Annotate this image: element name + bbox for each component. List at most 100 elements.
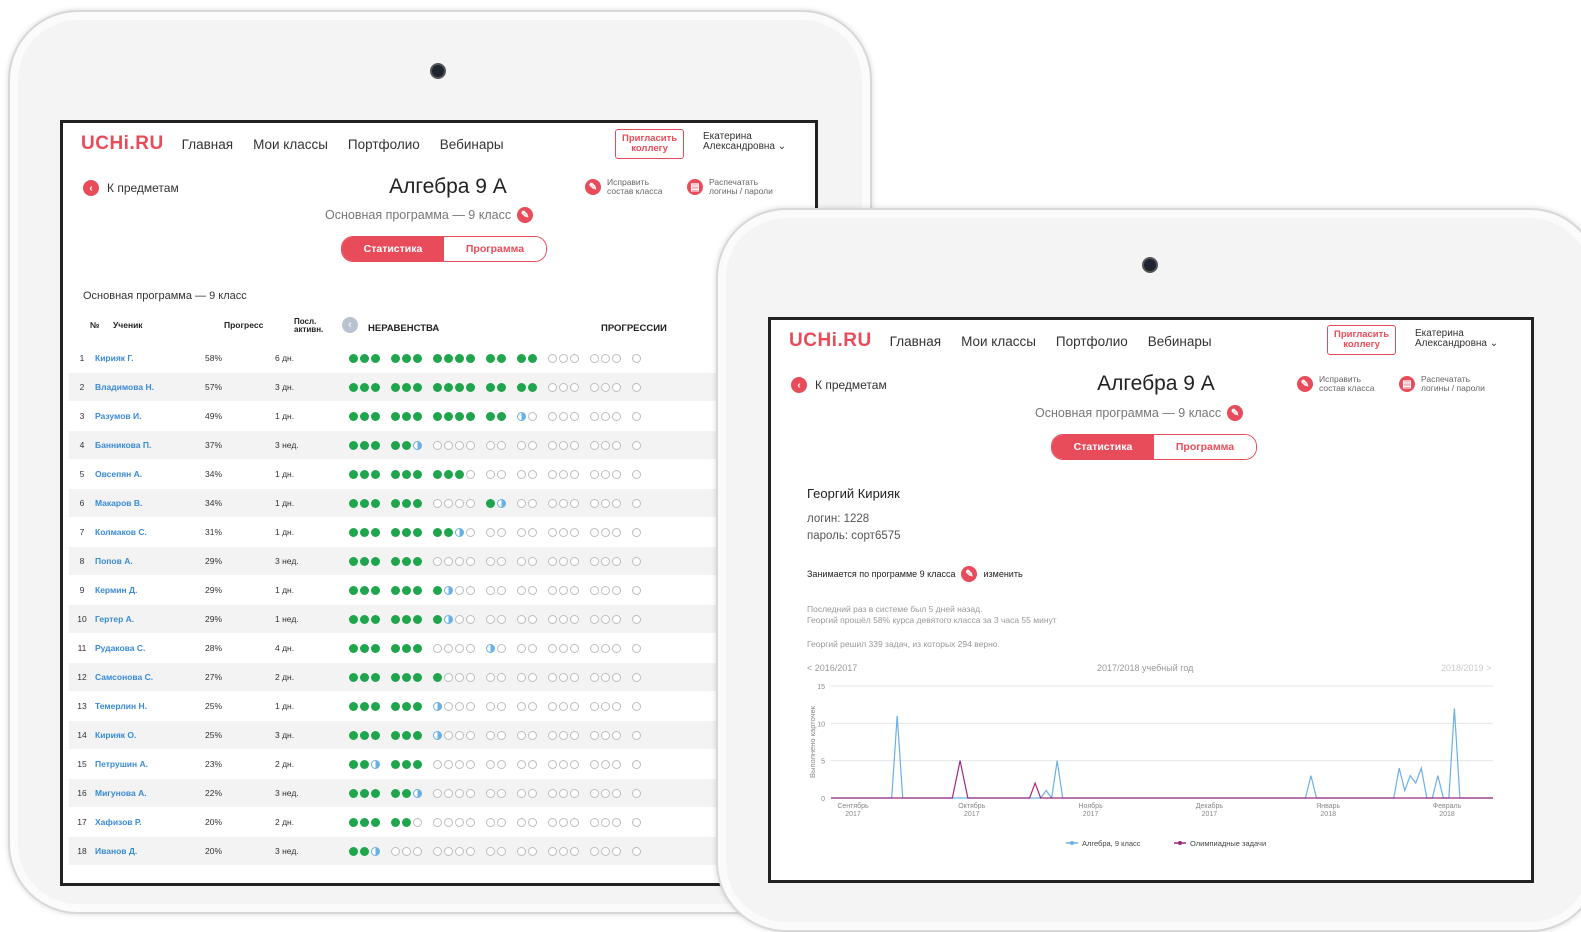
- lesson-empty-dot[interactable]: [570, 527, 579, 537]
- lesson-empty-dot[interactable]: [497, 846, 506, 856]
- lesson-empty-dot[interactable]: [517, 585, 526, 595]
- lesson-empty-dot[interactable]: [601, 556, 610, 566]
- lesson-done-dot[interactable]: [349, 353, 358, 363]
- lesson-empty-dot[interactable]: [570, 846, 579, 856]
- lesson-empty-dot[interactable]: [517, 614, 526, 624]
- lesson-empty-dot[interactable]: [486, 585, 495, 595]
- lesson-empty-dot[interactable]: [612, 643, 621, 653]
- lesson-done-dot[interactable]: [517, 353, 526, 363]
- lesson-empty-dot[interactable]: [528, 469, 537, 479]
- lesson-done-dot[interactable]: [371, 817, 380, 827]
- lesson-empty-dot[interactable]: [455, 846, 464, 856]
- lesson-done-dot[interactable]: [349, 701, 358, 711]
- lesson-done-dot[interactable]: [444, 527, 453, 537]
- lesson-partial-dot[interactable]: [433, 730, 442, 740]
- lesson-empty-dot[interactable]: [528, 643, 537, 653]
- student-name-link[interactable]: Темерлин Н.: [95, 701, 205, 711]
- change-program-link[interactable]: изменить: [983, 569, 1022, 579]
- lesson-empty-dot[interactable]: [497, 701, 506, 711]
- lesson-done-dot[interactable]: [391, 411, 400, 421]
- lesson-done-dot[interactable]: [391, 382, 400, 392]
- lesson-empty-dot[interactable]: [444, 701, 453, 711]
- lesson-done-dot[interactable]: [402, 469, 411, 479]
- lesson-done-dot[interactable]: [497, 411, 506, 421]
- lesson-done-dot[interactable]: [360, 527, 369, 537]
- lesson-empty-dot[interactable]: [433, 788, 442, 798]
- lesson-done-dot[interactable]: [371, 353, 380, 363]
- lesson-empty-dot[interactable]: [612, 788, 621, 798]
- lesson-done-dot[interactable]: [433, 527, 442, 537]
- lesson-empty-dot[interactable]: [548, 469, 557, 479]
- lesson-empty-dot[interactable]: [548, 527, 557, 537]
- lesson-empty-dot[interactable]: [528, 556, 537, 566]
- lesson-empty-dot[interactable]: [517, 469, 526, 479]
- lesson-empty-dot[interactable]: [517, 498, 526, 508]
- lesson-empty-dot[interactable]: [517, 643, 526, 653]
- lesson-empty-dot[interactable]: [601, 382, 610, 392]
- nav-webinars[interactable]: Вебинары: [1148, 334, 1212, 349]
- lesson-empty-dot[interactable]: [590, 585, 599, 595]
- fix-class-button[interactable]: ✎ Исправить состав класса: [1297, 375, 1374, 393]
- lesson-empty-dot[interactable]: [528, 846, 537, 856]
- lesson-done-dot[interactable]: [402, 759, 411, 769]
- lesson-empty-dot[interactable]: [497, 614, 506, 624]
- lesson-done-dot[interactable]: [349, 614, 358, 624]
- lesson-done-dot[interactable]: [349, 672, 358, 682]
- lesson-empty-dot[interactable]: [612, 440, 621, 450]
- lesson-empty-dot[interactable]: [497, 759, 506, 769]
- lesson-empty-dot[interactable]: [466, 469, 475, 479]
- lesson-empty-dot[interactable]: [632, 672, 641, 682]
- lesson-empty-dot[interactable]: [632, 759, 641, 769]
- lesson-empty-dot[interactable]: [590, 614, 599, 624]
- lesson-empty-dot[interactable]: [444, 788, 453, 798]
- student-name-link[interactable]: Кирияк Г.: [95, 353, 205, 363]
- lesson-empty-dot[interactable]: [486, 440, 495, 450]
- lesson-done-dot[interactable]: [371, 788, 380, 798]
- lesson-empty-dot[interactable]: [433, 759, 442, 769]
- lesson-done-dot[interactable]: [349, 469, 358, 479]
- lesson-empty-dot[interactable]: [517, 556, 526, 566]
- nav-my-classes[interactable]: Мои классы: [253, 137, 328, 152]
- tab-statistics[interactable]: Статистика: [1052, 435, 1154, 459]
- lesson-done-dot[interactable]: [391, 527, 400, 537]
- lesson-done-dot[interactable]: [349, 788, 358, 798]
- lesson-empty-dot[interactable]: [455, 788, 464, 798]
- student-name-link[interactable]: Макаров В.: [95, 498, 205, 508]
- lesson-empty-dot[interactable]: [548, 730, 557, 740]
- lesson-done-dot[interactable]: [349, 382, 358, 392]
- lesson-empty-dot[interactable]: [528, 672, 537, 682]
- lesson-empty-dot[interactable]: [528, 411, 537, 421]
- lesson-empty-dot[interactable]: [497, 730, 506, 740]
- tab-program[interactable]: Программа: [444, 237, 546, 261]
- lesson-empty-dot[interactable]: [559, 788, 568, 798]
- lesson-empty-dot[interactable]: [632, 614, 641, 624]
- lesson-done-dot[interactable]: [402, 440, 411, 450]
- lesson-empty-dot[interactable]: [559, 817, 568, 827]
- lesson-empty-dot[interactable]: [455, 817, 464, 827]
- lesson-done-dot[interactable]: [349, 556, 358, 566]
- lesson-empty-dot[interactable]: [632, 585, 641, 595]
- lesson-done-dot[interactable]: [413, 701, 422, 711]
- lesson-empty-dot[interactable]: [559, 382, 568, 392]
- table-row[interactable]: 15 Петрушин А. 23% 2 дн.: [69, 750, 815, 778]
- lesson-empty-dot[interactable]: [455, 701, 464, 711]
- lesson-done-dot[interactable]: [349, 411, 358, 421]
- lesson-done-dot[interactable]: [391, 730, 400, 740]
- lesson-done-dot[interactable]: [402, 498, 411, 508]
- lesson-done-dot[interactable]: [371, 498, 380, 508]
- lesson-empty-dot[interactable]: [466, 498, 475, 508]
- lesson-done-dot[interactable]: [360, 440, 369, 450]
- lesson-empty-dot[interactable]: [548, 672, 557, 682]
- lesson-empty-dot[interactable]: [612, 469, 621, 479]
- lesson-done-dot[interactable]: [371, 556, 380, 566]
- lesson-empty-dot[interactable]: [528, 701, 537, 711]
- lesson-empty-dot[interactable]: [517, 788, 526, 798]
- nav-my-classes[interactable]: Мои классы: [961, 334, 1036, 349]
- lesson-empty-dot[interactable]: [559, 759, 568, 769]
- lesson-empty-dot[interactable]: [413, 846, 422, 856]
- lesson-empty-dot[interactable]: [601, 817, 610, 827]
- lesson-empty-dot[interactable]: [632, 353, 641, 363]
- lesson-empty-dot[interactable]: [486, 672, 495, 682]
- lesson-partial-dot[interactable]: [497, 498, 506, 508]
- lesson-empty-dot[interactable]: [466, 672, 475, 682]
